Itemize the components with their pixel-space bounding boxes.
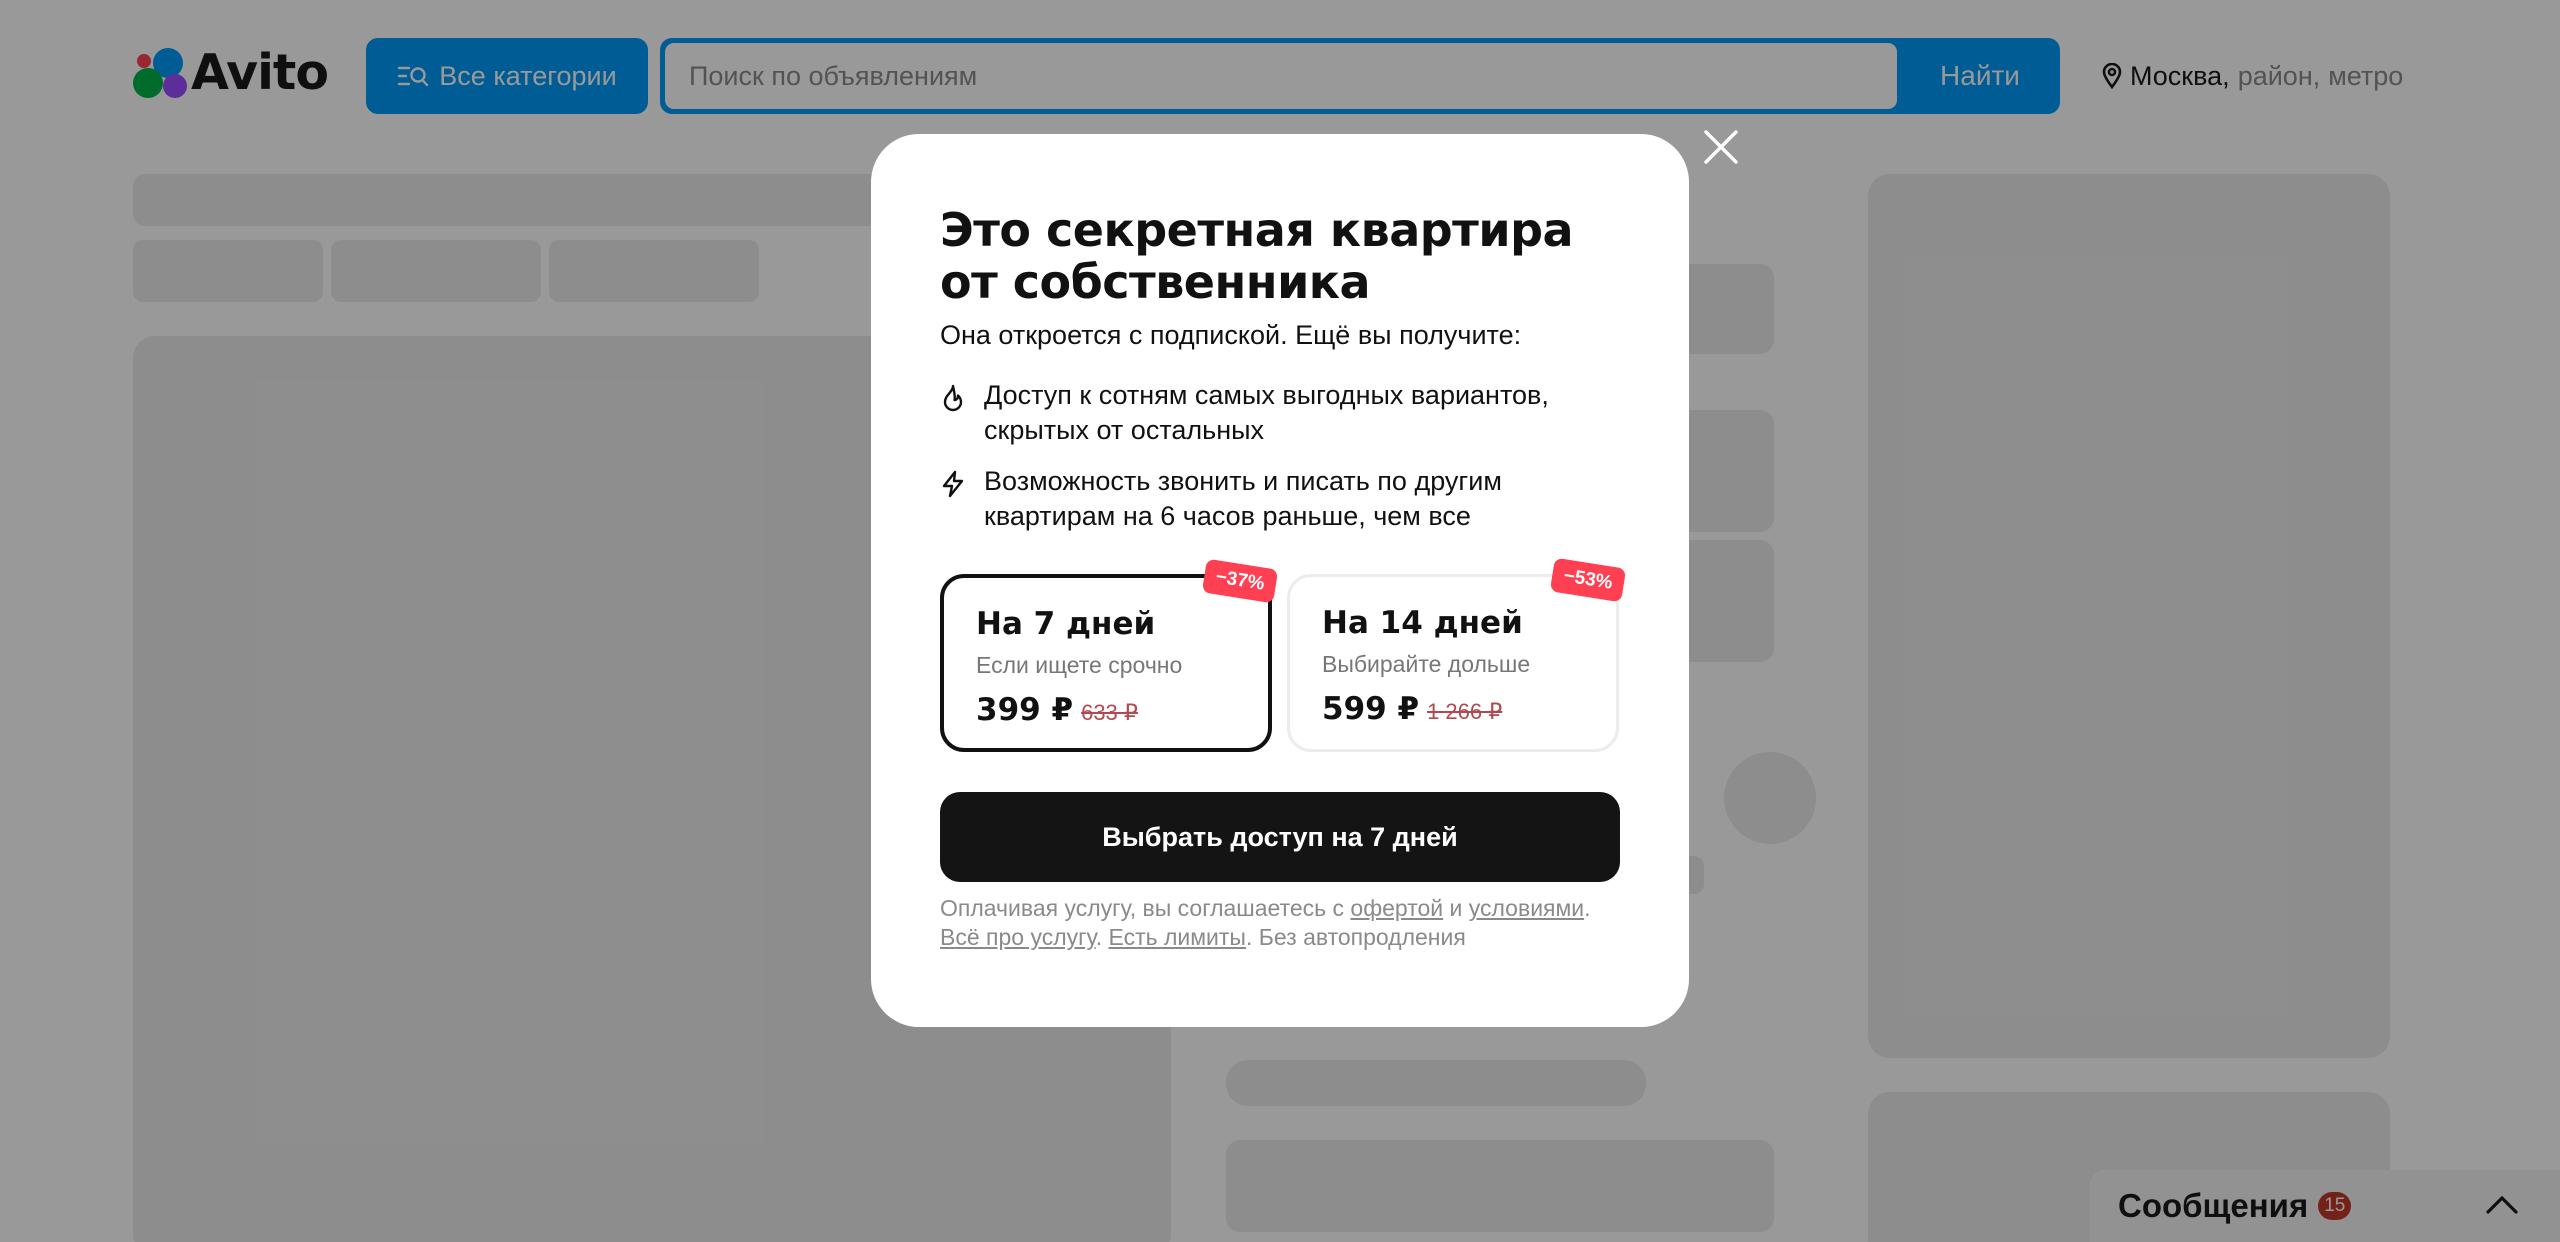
limits-link[interactable]: Есть лимиты — [1108, 924, 1245, 950]
plan-7-days-option[interactable]: На 7 дней Если ищете срочно 399 ₽ 633 ₽ … — [940, 558, 1279, 752]
messages-dim — [2090, 1170, 2560, 1242]
plan-description: Если ищете срочно — [976, 652, 1183, 678]
discount-badge: −53% — [1549, 557, 1627, 603]
flame-icon — [943, 384, 963, 412]
plan-description: Выбирайте дольше — [1322, 651, 1531, 677]
discount-badge: −37% — [1201, 558, 1279, 604]
plan-price-current: 399 ₽ — [976, 692, 1074, 728]
subscription-modal: Это секретная квартира от собственника О… — [871, 134, 1689, 1027]
lightning-icon — [942, 470, 964, 498]
legal-text: Оплачивая услугу, вы соглашаетесь с офер… — [940, 895, 1591, 950]
offer-link[interactable]: офертой — [1350, 895, 1443, 921]
feature-item: Возможность звонить и писать по другим к… — [940, 464, 1640, 534]
terms-link[interactable]: условиями — [1469, 895, 1584, 921]
choose-access-button[interactable]: Выбрать доступ на 7 дней — [940, 792, 1620, 882]
feature-item: Доступ к сотням самых выгодных вариантов… — [940, 378, 1640, 448]
modal-title: Это секретная квартира от собственника — [940, 203, 1574, 309]
plan-price: 599 ₽ 1 266 ₽ — [1322, 691, 1502, 727]
plan-price: 399 ₽ 633 ₽ — [976, 692, 1138, 728]
about-service-link[interactable]: Всё про услугу — [940, 924, 1096, 950]
modal-subtitle: Она откроется с подпиской. Ещё вы получи… — [940, 320, 1522, 350]
plan-price-current: 599 ₽ — [1322, 691, 1420, 727]
plan-price-old: 633 ₽ — [1081, 700, 1138, 725]
plan-14-days-option[interactable]: На 14 дней Выбирайте дольше 599 ₽ 1 266 … — [1287, 557, 1627, 752]
close-icon[interactable] — [1700, 126, 1742, 168]
plan-title: На 14 дней — [1322, 605, 1523, 641]
plan-title: На 7 дней — [976, 606, 1156, 642]
plan-price-old: 1 266 ₽ — [1427, 699, 1503, 724]
